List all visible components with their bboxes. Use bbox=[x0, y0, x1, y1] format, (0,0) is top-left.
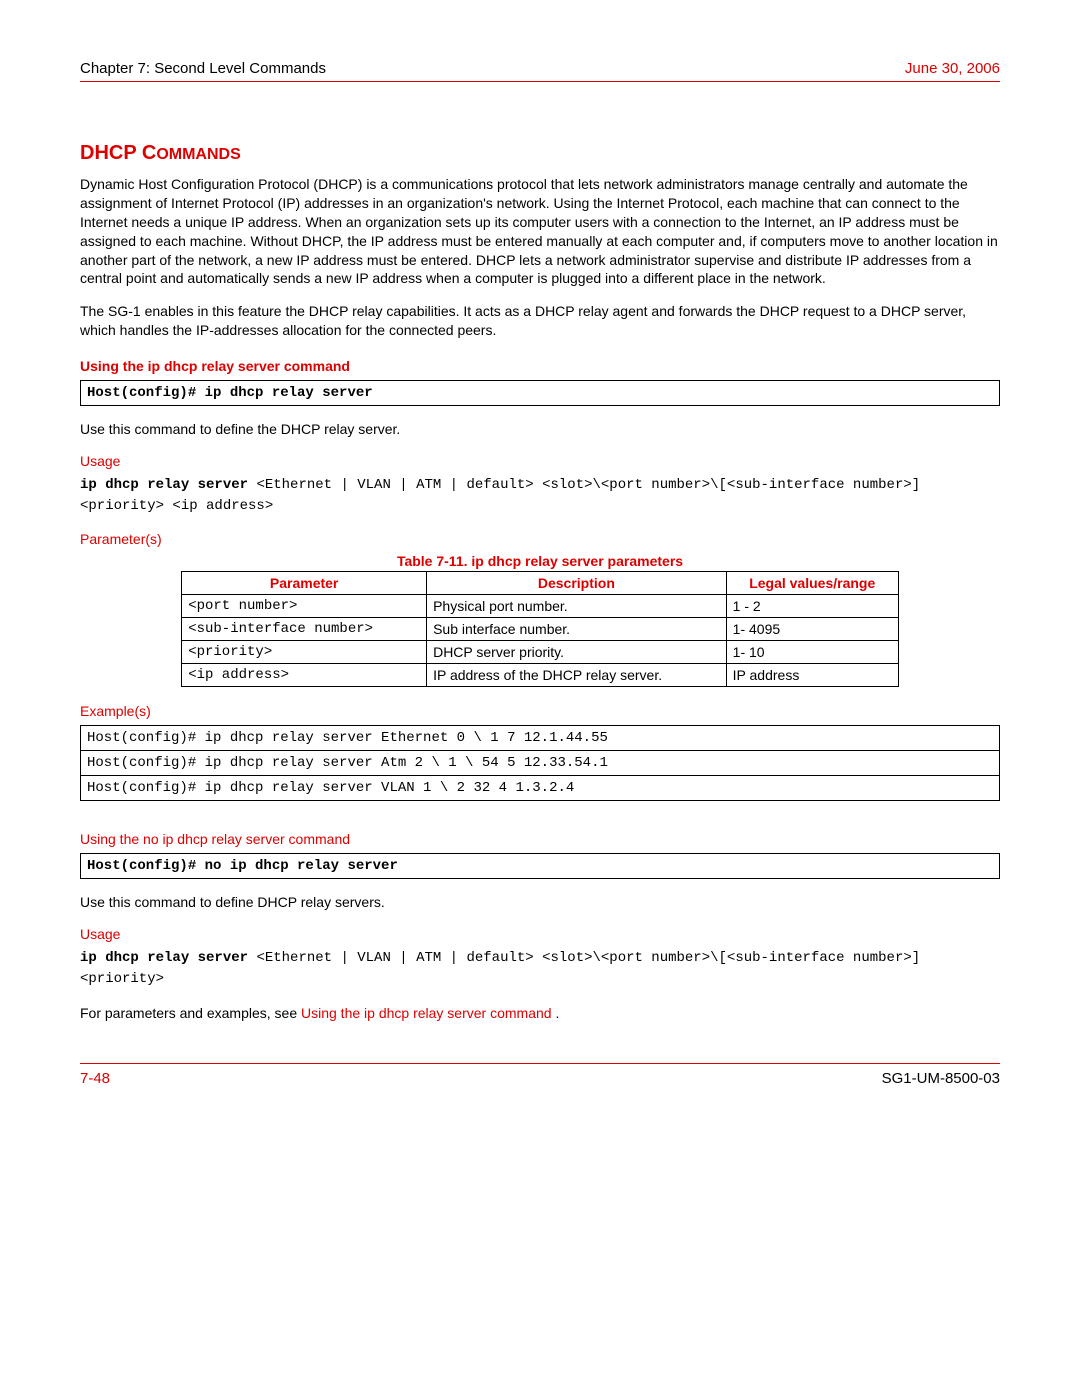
footer-doc-id: SG1-UM-8500-03 bbox=[882, 1070, 1000, 1087]
cmd1-usage-lead: ip dhcp relay server bbox=[80, 477, 256, 493]
cell-param: <sub-interface number> bbox=[182, 618, 427, 641]
cell-val: 1 - 2 bbox=[726, 595, 898, 618]
table-row: <priority> DHCP server priority. 1- 10 bbox=[182, 641, 899, 664]
xref-pre: For parameters and examples, see bbox=[80, 1005, 301, 1021]
cell-val: IP address bbox=[726, 664, 898, 687]
th-values: Legal values/range bbox=[726, 572, 898, 595]
cmd1-param-table: Parameter Description Legal values/range… bbox=[181, 571, 899, 687]
cell-val: 1- 4095 bbox=[726, 618, 898, 641]
cmd2-usage: ip dhcp relay server <Ethernet | VLAN | … bbox=[80, 948, 1000, 990]
cmd1-usage: ip dhcp relay server <Ethernet | VLAN | … bbox=[80, 475, 1000, 517]
cell-desc: DHCP server priority. bbox=[427, 641, 727, 664]
cmd2-syntax-box: Host(config)# no ip dhcp relay server bbox=[80, 853, 1000, 879]
cell-param: <port number> bbox=[182, 595, 427, 618]
cmd2-usage-label: Usage bbox=[80, 926, 1000, 942]
cmd1-heading: Using the ip dhcp relay server command bbox=[80, 358, 1000, 374]
example-line: Host(config)# ip dhcp relay server VLAN … bbox=[81, 776, 999, 800]
table-row: <sub-interface number> Sub interface num… bbox=[182, 618, 899, 641]
section-title: DHCP COMMANDS bbox=[80, 142, 1000, 165]
cmd1-examples-label: Example(s) bbox=[80, 703, 1000, 719]
cmd1-syntax-box: Host(config)# ip dhcp relay server bbox=[80, 380, 1000, 406]
footer-page-number: 7-48 bbox=[80, 1070, 110, 1087]
cmd1-examples-box: Host(config)# ip dhcp relay server Ether… bbox=[80, 725, 1000, 801]
cmd1-usage-label: Usage bbox=[80, 453, 1000, 469]
table-header-row: Parameter Description Legal values/range bbox=[182, 572, 899, 595]
cmd2-heading: Using the no ip dhcp relay server comman… bbox=[80, 831, 1000, 847]
chapter-label: Chapter 7: Second Level Commands bbox=[80, 60, 326, 77]
xref-link[interactable]: Using the ip dhcp relay server command bbox=[301, 1005, 552, 1021]
cmd2-xref: For parameters and examples, see Using t… bbox=[80, 1004, 1000, 1023]
intro-paragraph-1: Dynamic Host Configuration Protocol (DHC… bbox=[80, 175, 1000, 288]
page-header: Chapter 7: Second Level Commands June 30… bbox=[80, 60, 1000, 82]
xref-post: . bbox=[552, 1005, 560, 1021]
cell-param: <ip address> bbox=[182, 664, 427, 687]
cell-desc: Physical port number. bbox=[427, 595, 727, 618]
cmd1-table-caption: Table 7-11. ip dhcp relay server paramet… bbox=[80, 553, 1000, 569]
cell-param: <priority> bbox=[182, 641, 427, 664]
cmd1-description: Use this command to define the DHCP rela… bbox=[80, 420, 1000, 439]
intro-paragraph-2: The SG-1 enables in this feature the DHC… bbox=[80, 302, 1000, 340]
table-row: <ip address> IP address of the DHCP rela… bbox=[182, 664, 899, 687]
cell-desc: IP address of the DHCP relay server. bbox=[427, 664, 727, 687]
cell-desc: Sub interface number. bbox=[427, 618, 727, 641]
cell-val: 1- 10 bbox=[726, 641, 898, 664]
cmd2-usage-lead: ip dhcp relay server bbox=[80, 950, 256, 966]
cmd2-description: Use this command to define DHCP relay se… bbox=[80, 893, 1000, 912]
header-date: June 30, 2006 bbox=[905, 60, 1000, 77]
table-row: <port number> Physical port number. 1 - … bbox=[182, 595, 899, 618]
th-description: Description bbox=[427, 572, 727, 595]
page-footer: 7-48 SG1-UM-8500-03 bbox=[80, 1063, 1000, 1087]
th-parameter: Parameter bbox=[182, 572, 427, 595]
example-line: Host(config)# ip dhcp relay server Ether… bbox=[81, 726, 999, 751]
cmd1-params-label: Parameter(s) bbox=[80, 531, 1000, 547]
example-line: Host(config)# ip dhcp relay server Atm 2… bbox=[81, 751, 999, 776]
